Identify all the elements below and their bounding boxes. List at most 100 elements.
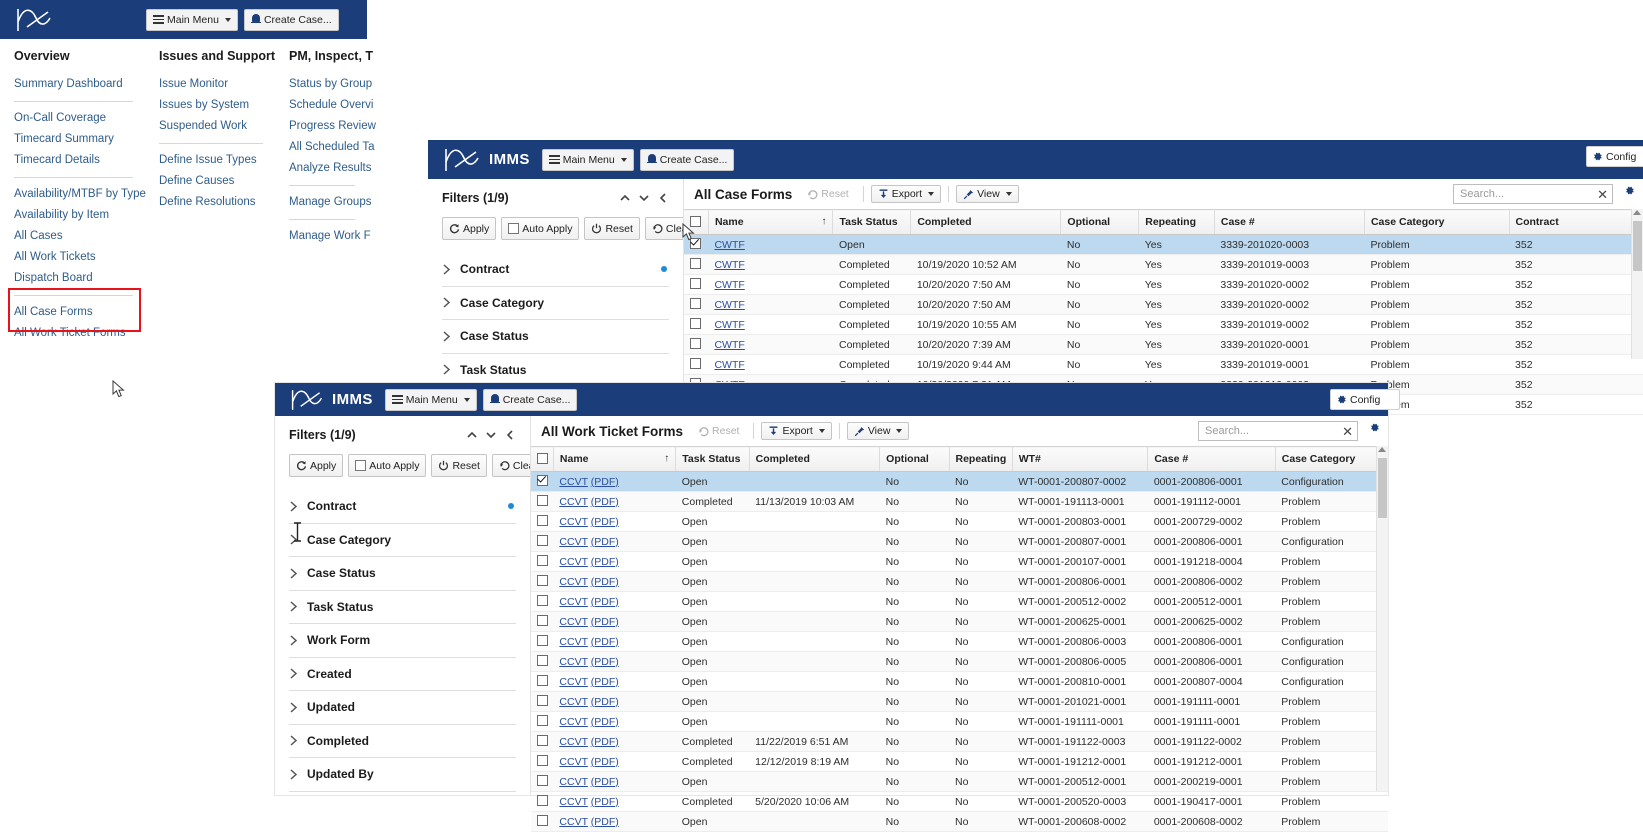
col-optional[interactable]: Optional — [879, 446, 950, 472]
col-task-status[interactable]: Task Status — [675, 446, 750, 472]
cell-name[interactable]: CCVT (PDF) — [553, 571, 676, 592]
row-checkbox[interactable] — [537, 495, 548, 506]
cell-name[interactable]: CCVT (PDF) — [553, 751, 676, 772]
row-checkbox[interactable] — [537, 795, 548, 806]
pdf-link[interactable]: (PDF) — [591, 776, 619, 788]
row-checkbox[interactable] — [690, 278, 701, 289]
form-name-link[interactable]: CCVT — [559, 496, 587, 508]
menu-item-availability-mtbf-by-type[interactable]: Availability/MTBF by Type — [14, 184, 146, 205]
work-ticket-forms-search[interactable]: Search... ✕ — [1198, 421, 1358, 441]
table-row[interactable]: CCVT (PDF) Completed 11/13/2019 10:03 AM No… — [531, 491, 1388, 512]
menu-item-issues-by-system[interactable]: Issues by System — [159, 95, 263, 116]
table-row[interactable]: CCVT (PDF) Open No No WT-0001-200107-0001 000… — [531, 551, 1388, 572]
col-case-no[interactable]: Case # — [1147, 446, 1276, 472]
main-menu-button[interactable]: Main Menu — [541, 148, 634, 171]
row-checkbox[interactable] — [537, 695, 548, 706]
row-select-cell[interactable] — [531, 471, 554, 492]
menu-item-schedule-overview[interactable]: Schedule Overvi — [289, 95, 373, 116]
grid-reset-button[interactable]: Reset — [691, 422, 746, 440]
pdf-link[interactable]: (PDF) — [591, 656, 619, 668]
auto-apply-checkbox[interactable] — [355, 460, 367, 471]
table-row[interactable]: CCVT (PDF) Open No No WT-0001-200806-0001 000… — [531, 571, 1388, 592]
grid-export-button[interactable]: Export — [870, 185, 942, 203]
row-checkbox[interactable] — [690, 358, 701, 369]
collapse-sidebar-icon[interactable] — [657, 192, 669, 204]
apply-filters-button[interactable]: Apply — [442, 217, 497, 240]
row-select-cell[interactable] — [531, 531, 554, 552]
expand-all-icon[interactable] — [485, 429, 497, 441]
row-select-cell[interactable] — [531, 771, 554, 792]
form-name-link[interactable]: CCVT — [559, 736, 587, 748]
row-checkbox[interactable] — [690, 298, 701, 309]
pdf-link[interactable]: (PDF) — [591, 576, 619, 588]
table-row[interactable]: CWTF Completed 10/20/2020 7:50 AM No Yes 3339… — [684, 294, 1643, 315]
menu-item-timecard-details[interactable]: Timecard Details — [14, 150, 133, 171]
row-select-cell[interactable] — [531, 811, 554, 832]
facet-task-status[interactable]: Task Status — [442, 354, 669, 387]
table-row[interactable]: CCVT (PDF) Open No No WT-0001-201021-0001 000… — [531, 691, 1388, 712]
row-checkbox[interactable] — [537, 775, 548, 786]
grid-reset-button[interactable]: Reset — [800, 185, 855, 203]
menu-item-all-scheduled-tasks[interactable]: All Scheduled Ta — [289, 137, 374, 158]
config-button[interactable]: Config — [1586, 146, 1643, 167]
form-name-link[interactable]: CWTF — [714, 279, 744, 291]
cell-name[interactable]: CCVT (PDF) — [553, 511, 676, 532]
auto-apply-checkbox[interactable] — [508, 223, 520, 234]
form-name-link[interactable]: CCVT — [559, 556, 587, 568]
col-completed[interactable]: Completed — [749, 446, 881, 472]
menu-item-manage-groups[interactable]: Manage Groups — [289, 192, 371, 213]
reset-filters-button[interactable]: Reset — [431, 454, 487, 477]
form-name-link[interactable]: CCVT — [559, 656, 587, 668]
main-menu-button[interactable]: Main Menu — [146, 8, 238, 31]
form-name-link[interactable]: CWTF — [714, 259, 744, 271]
create-case-button[interactable]: Create Case... — [243, 8, 339, 31]
cell-name[interactable]: CCVT (PDF) — [553, 651, 676, 672]
row-select-cell[interactable] — [684, 254, 709, 275]
cell-name[interactable]: CCVT (PDF) — [553, 811, 676, 832]
pdf-link[interactable]: (PDF) — [591, 516, 619, 528]
cell-name[interactable]: CWTF — [708, 294, 833, 315]
menu-item-analyze-results[interactable]: Analyze Results — [289, 158, 371, 179]
row-checkbox[interactable] — [537, 735, 548, 746]
cell-name[interactable]: CCVT (PDF) — [553, 691, 676, 712]
menu-item-summary-dashboard[interactable]: Summary Dashboard — [14, 74, 133, 95]
grid-settings-gear-icon[interactable] — [1369, 422, 1380, 433]
row-select-cell[interactable] — [684, 294, 709, 315]
col-name[interactable]: Name ↑ — [553, 446, 677, 472]
facet-contract[interactable]: Contract — [442, 253, 669, 287]
scrollbar-thumb[interactable] — [1633, 221, 1642, 271]
row-checkbox[interactable] — [690, 258, 701, 269]
scroll-up-icon[interactable] — [1378, 447, 1386, 452]
expand-all-icon[interactable] — [638, 192, 650, 204]
cell-name[interactable]: CCVT (PDF) — [553, 531, 676, 552]
form-name-link[interactable]: CWTF — [714, 319, 744, 331]
menu-item-all-case-forms[interactable]: All Case Forms — [14, 302, 133, 323]
col-contract[interactable]: Contract — [1509, 209, 1643, 235]
row-select-cell[interactable] — [531, 711, 554, 732]
col-case-category[interactable]: Case Category — [1275, 446, 1389, 472]
table-row[interactable]: CWTF Completed 10/19/2020 10:55 AM No Yes 333… — [684, 314, 1643, 335]
table-row[interactable]: CCVT (PDF) Open No No WT-0001-200625-0001 000… — [531, 611, 1388, 632]
row-checkbox[interactable] — [537, 715, 548, 726]
menu-item-status-by-group[interactable]: Status by Group — [289, 74, 372, 95]
cell-name[interactable]: CWTF — [708, 274, 833, 295]
cell-name[interactable]: CCVT (PDF) — [553, 471, 676, 492]
table-row[interactable]: CCVT (PDF) Completed 12/12/2019 8:19 AM No N… — [531, 751, 1388, 772]
case-forms-scrollbar[interactable] — [1631, 209, 1643, 359]
row-select-cell[interactable] — [531, 631, 554, 652]
table-row[interactable]: CCVT (PDF) Open No No WT-0001-200512-0001 000… — [531, 771, 1388, 792]
facet-case-category[interactable]: Case Category — [442, 287, 669, 320]
grid-export-button[interactable]: Export — [761, 422, 832, 440]
auto-apply-toggle[interactable]: Auto Apply — [501, 217, 580, 240]
row-select-cell[interactable] — [684, 274, 709, 295]
cell-name[interactable]: CCVT (PDF) — [553, 731, 676, 752]
pdf-link[interactable]: (PDF) — [591, 596, 619, 608]
pdf-link[interactable]: (PDF) — [591, 736, 619, 748]
col-name[interactable]: Name ↑ — [708, 209, 834, 235]
cell-name[interactable]: CWTF — [708, 234, 833, 255]
facet-work-form[interactable]: Work Form — [289, 624, 516, 658]
menu-item-progress-review[interactable]: Progress Review — [289, 116, 376, 137]
pdf-link[interactable]: (PDF) — [591, 636, 619, 648]
row-select-cell[interactable] — [531, 691, 554, 712]
menu-item-suspended-work[interactable]: Suspended Work — [159, 116, 263, 137]
